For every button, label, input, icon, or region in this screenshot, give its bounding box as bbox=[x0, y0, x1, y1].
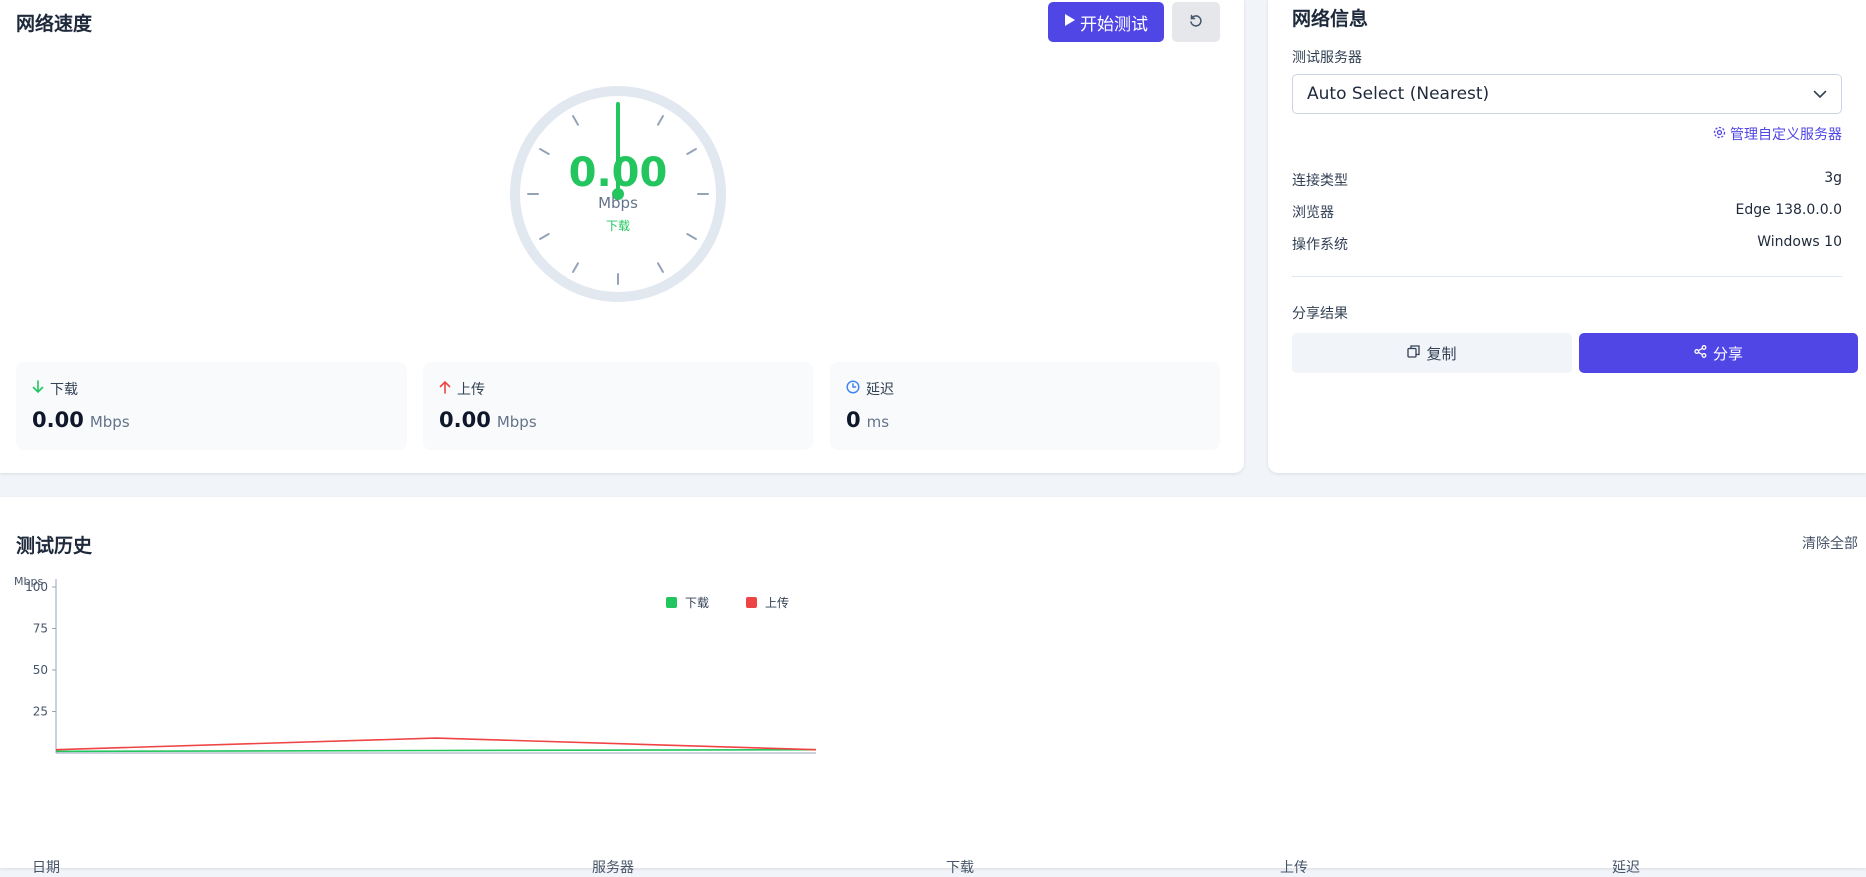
history-title: 测试历史 bbox=[16, 535, 93, 557]
copy-label: 复制 bbox=[1426, 344, 1457, 363]
share-label: 分享 bbox=[1712, 344, 1743, 363]
y-tick-label: 50 bbox=[33, 663, 48, 677]
share-icon bbox=[1694, 344, 1707, 362]
info-row-label: 浏览器 bbox=[1292, 205, 1334, 221]
latency-stat-unit: ms bbox=[866, 413, 890, 431]
arrow-up-icon bbox=[439, 380, 451, 398]
network-info-card: 网络信息 测试服务器 Auto Select (Nearest) 管理自定义服务… bbox=[1268, 0, 1866, 473]
upload-stat: 上传 0.00 Mbps bbox=[423, 362, 813, 450]
share-button[interactable]: 分享 bbox=[1579, 333, 1858, 373]
start-test-button[interactable]: 开始测试 bbox=[1048, 2, 1164, 42]
upload-stat-value: 0.00 bbox=[439, 408, 491, 432]
server-label: 测试服务器 bbox=[1292, 50, 1362, 66]
download-stat-label: 下载 bbox=[50, 382, 78, 398]
gauge-tick bbox=[539, 233, 550, 240]
latency-stat-label: 延迟 bbox=[866, 382, 894, 398]
download-stat-value: 0.00 bbox=[32, 408, 84, 432]
info-row-value: 3g bbox=[1824, 170, 1842, 186]
arrow-down-icon bbox=[32, 380, 44, 398]
y-tick-label: 75 bbox=[33, 622, 48, 636]
column-header-latency: 延迟 bbox=[1612, 860, 1640, 876]
upload-stat-unit: Mbps bbox=[496, 413, 537, 431]
latency-stat: 延迟 0 ms bbox=[830, 362, 1220, 450]
history-chart: Mbps255075100下载 上传 bbox=[14, 577, 817, 754]
network-info-title: 网络信息 bbox=[1292, 8, 1369, 30]
play-icon bbox=[1064, 12, 1076, 32]
copy-icon bbox=[1407, 344, 1421, 362]
manage-servers-link[interactable]: 管理自定义服务器 bbox=[1713, 124, 1842, 144]
download-stat: 下载 0.00 Mbps bbox=[16, 362, 407, 450]
legend-label: 上传 bbox=[765, 595, 789, 610]
server-select[interactable]: Auto Select (Nearest) bbox=[1292, 74, 1842, 114]
gear-icon bbox=[1713, 126, 1726, 143]
column-header-upload: 上传 bbox=[1280, 860, 1308, 876]
speed-card: 网络速度 开始测试 0.00 Mbps 下载 下载 0.00 Mbps 上传 0… bbox=[0, 0, 1244, 473]
speed-title: 网络速度 bbox=[16, 13, 93, 35]
column-header-date: 日期 bbox=[32, 860, 60, 876]
info-row-label: 操作系统 bbox=[1292, 237, 1348, 253]
info-row-connection: 连接类型 3g bbox=[1292, 170, 1842, 190]
column-header-server: 服务器 bbox=[592, 860, 634, 876]
copy-button[interactable]: 复制 bbox=[1292, 333, 1572, 373]
gauge-tick bbox=[657, 115, 664, 126]
gauge-tick bbox=[572, 262, 579, 273]
legend-label: 下载 bbox=[685, 596, 709, 610]
info-divider bbox=[1292, 276, 1842, 277]
manage-servers-label: 管理自定义服务器 bbox=[1730, 127, 1842, 143]
gauge-tick bbox=[657, 262, 664, 273]
download-stat-unit: Mbps bbox=[89, 413, 130, 431]
series-line-download bbox=[55, 748, 817, 753]
info-row-value: Windows 10 bbox=[1757, 234, 1842, 250]
gauge-unit: Mbps bbox=[598, 194, 638, 212]
legend-swatch bbox=[746, 597, 757, 608]
latency-stat-value: 0 bbox=[846, 408, 861, 432]
gauge-tick bbox=[572, 115, 579, 126]
reset-button[interactable] bbox=[1172, 2, 1220, 42]
legend-swatch bbox=[666, 597, 677, 608]
gauge-value: 0.00 bbox=[568, 150, 668, 196]
gauge-tick bbox=[686, 233, 697, 240]
history-card: 测试历史 清除全部 Mbps 25 50 75 100 下载 上传 日期 服务器 下载 上传… bbox=[0, 497, 1866, 876]
y-tick-label: 25 bbox=[33, 705, 48, 719]
gauge-mode-label: 下载 bbox=[605, 219, 630, 233]
info-row-label: 连接类型 bbox=[1292, 173, 1348, 189]
column-header-download: 下载 bbox=[946, 860, 974, 876]
chevron-down-icon bbox=[1813, 84, 1827, 104]
info-row-os: 操作系统 Windows 10 bbox=[1292, 234, 1842, 254]
share-results-label: 分享结果 bbox=[1292, 306, 1348, 322]
series-line-upload bbox=[55, 737, 817, 751]
info-row-browser: 浏览器 Edge 138.0.0.0 bbox=[1292, 202, 1842, 222]
clear-all-button[interactable]: 清除全部 bbox=[1802, 533, 1858, 553]
clock-icon bbox=[846, 380, 860, 398]
server-select-value: Auto Select (Nearest) bbox=[1307, 84, 1490, 104]
refresh-icon bbox=[1188, 13, 1204, 32]
upload-stat-label: 上传 bbox=[457, 382, 485, 398]
info-row-value: Edge 138.0.0.0 bbox=[1735, 202, 1842, 218]
start-test-label: 开始测试 bbox=[1080, 14, 1148, 35]
y-tick-label: 100 bbox=[25, 580, 48, 594]
